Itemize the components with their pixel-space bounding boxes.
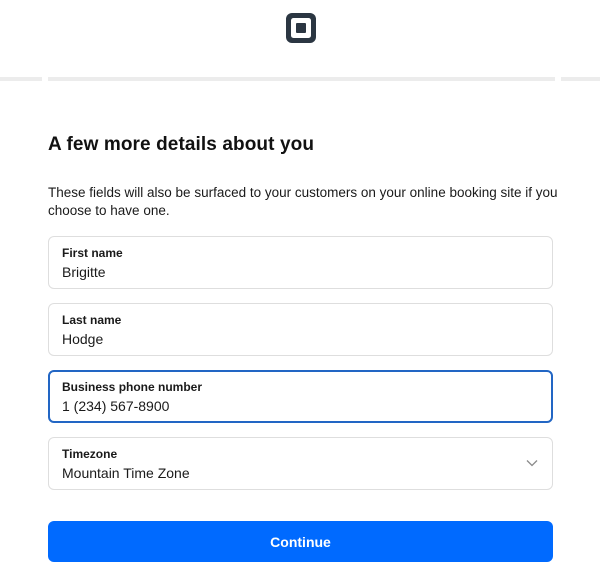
page-title: A few more details about you — [48, 134, 315, 155]
progress-bar — [0, 77, 600, 81]
business-phone-field[interactable]: Business phone number — [48, 370, 553, 423]
progress-segment — [0, 77, 42, 81]
first-name-field[interactable]: First name — [48, 236, 553, 289]
first-name-input[interactable] — [62, 264, 502, 280]
timezone-select[interactable]: Timezone Mountain Time Zone — [48, 437, 553, 490]
form-description: These fields will also be surfaced to yo… — [48, 185, 558, 218]
chevron-down-icon[interactable] — [526, 459, 538, 467]
business-phone-input[interactable] — [62, 398, 502, 414]
progress-segment — [48, 77, 555, 81]
last-name-input[interactable] — [62, 331, 502, 347]
continue-button[interactable]: Continue — [48, 521, 553, 562]
timezone-label: Timezone — [62, 447, 118, 461]
last-name-field[interactable]: Last name — [48, 303, 553, 356]
business-phone-label: Business phone number — [62, 380, 203, 394]
progress-segment — [561, 77, 600, 81]
top-bar — [0, 0, 600, 81]
last-name-label: Last name — [62, 313, 122, 327]
square-logo-icon — [286, 13, 316, 43]
timezone-value: Mountain Time Zone — [62, 465, 190, 481]
first-name-label: First name — [62, 246, 123, 260]
